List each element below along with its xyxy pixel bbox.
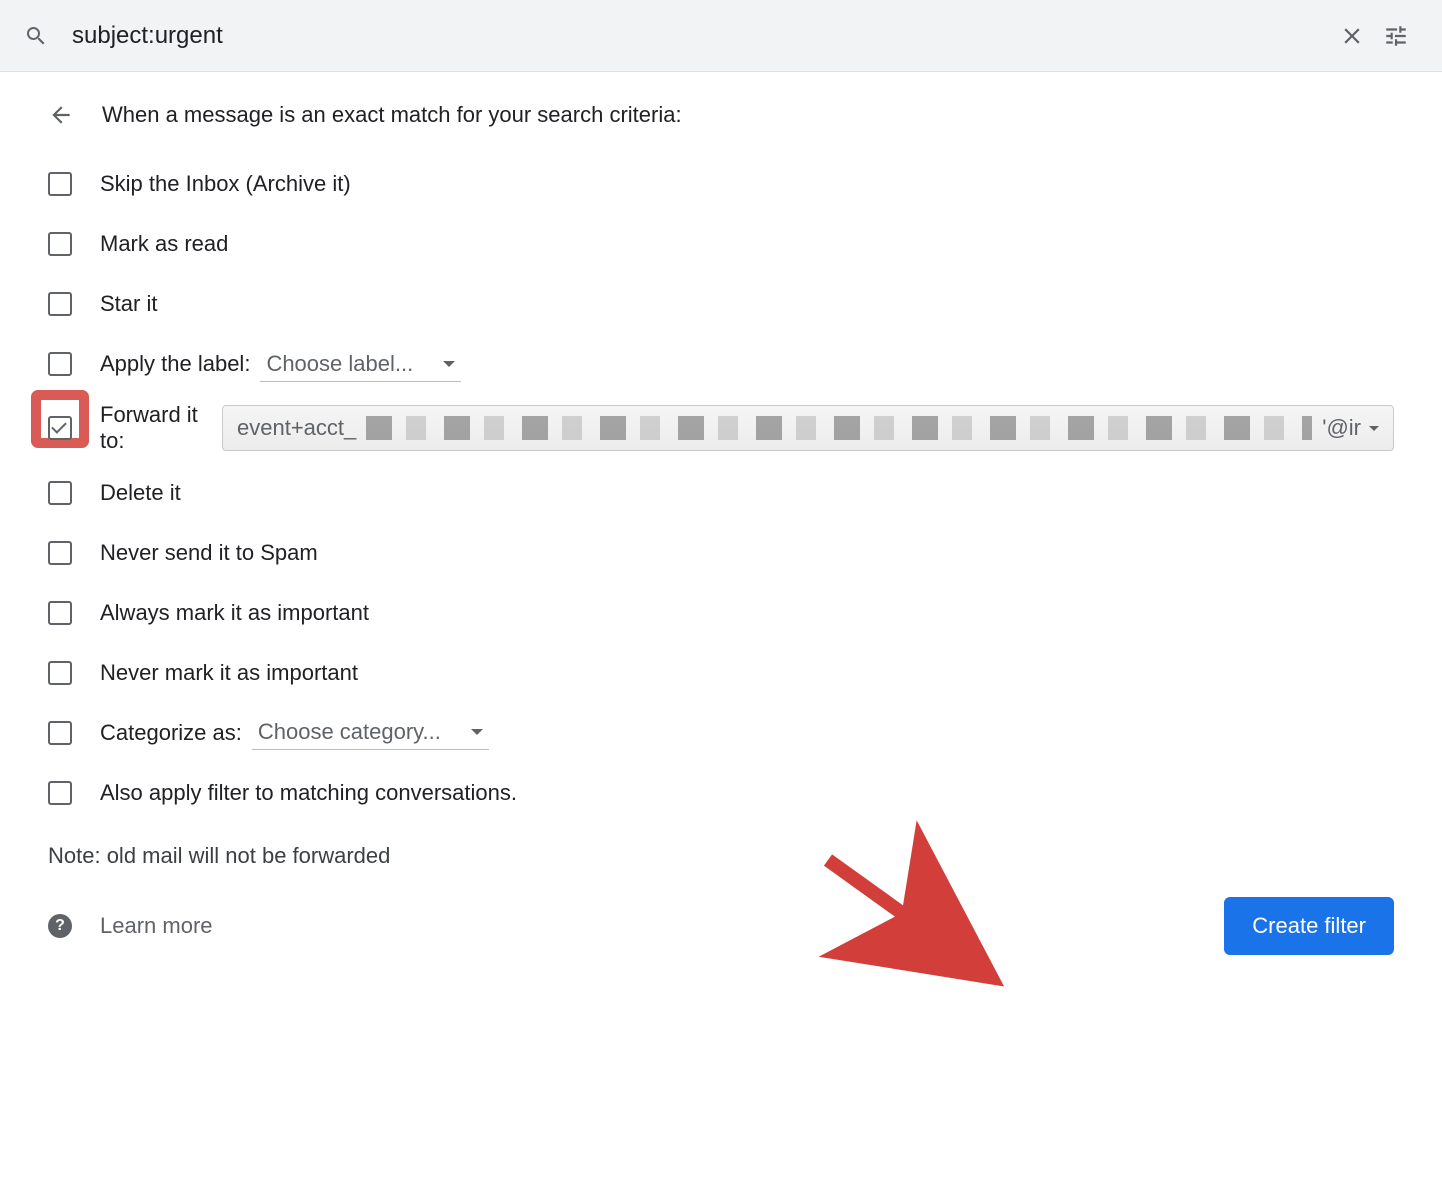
label-mark-read: Mark as read bbox=[100, 231, 228, 257]
option-apply-label: Apply the label: Choose label... bbox=[48, 342, 1394, 386]
option-categorize: Categorize as: Choose category... bbox=[48, 711, 1394, 755]
checkbox-mark-read[interactable] bbox=[48, 232, 72, 256]
search-icon bbox=[24, 24, 48, 48]
dropdown-choose-label[interactable]: Choose label... bbox=[260, 347, 461, 382]
option-also-apply: Also apply filter to matching conversati… bbox=[48, 771, 1394, 815]
label-categorize: Categorize as: bbox=[100, 720, 242, 746]
dropdown-choose-category-text: Choose category... bbox=[258, 719, 441, 745]
label-delete-it: Delete it bbox=[100, 480, 181, 506]
back-arrow-icon[interactable] bbox=[48, 102, 74, 128]
option-skip-inbox: Skip the Inbox (Archive it) bbox=[48, 162, 1394, 206]
checkbox-apply-label[interactable] bbox=[48, 352, 72, 376]
forward-address-prefix: event+acct_ bbox=[237, 415, 356, 441]
help-icon[interactable]: ? bbox=[48, 914, 72, 938]
filter-panel: When a message is an exact match for you… bbox=[0, 72, 1442, 995]
option-forward: Forward it to: event+acct_ '@ir bbox=[48, 402, 1394, 455]
checkbox-never-important[interactable] bbox=[48, 661, 72, 685]
label-forward: Forward it to: bbox=[100, 402, 210, 455]
search-bar bbox=[0, 0, 1442, 72]
dropdown-choose-category[interactable]: Choose category... bbox=[252, 715, 489, 750]
label-apply-label: Apply the label: bbox=[100, 351, 250, 377]
option-star-it: Star it bbox=[48, 282, 1394, 326]
learn-more-link[interactable]: Learn more bbox=[100, 913, 213, 939]
option-never-spam: Never send it to Spam bbox=[48, 531, 1394, 575]
checkbox-also-apply[interactable] bbox=[48, 781, 72, 805]
label-star-it: Star it bbox=[100, 291, 157, 317]
checkbox-categorize[interactable] bbox=[48, 721, 72, 745]
label-never-important: Never mark it as important bbox=[100, 660, 358, 686]
close-icon bbox=[1339, 23, 1365, 49]
label-never-spam: Never send it to Spam bbox=[100, 540, 318, 566]
option-never-important: Never mark it as important bbox=[48, 651, 1394, 695]
clear-search-button[interactable] bbox=[1330, 14, 1374, 58]
label-skip-inbox: Skip the Inbox (Archive it) bbox=[100, 171, 351, 197]
forward-note: Note: old mail will not be forwarded bbox=[48, 843, 1394, 869]
search-options-button[interactable] bbox=[1374, 14, 1418, 58]
caret-down-icon bbox=[471, 729, 483, 735]
caret-down-icon bbox=[1369, 426, 1379, 431]
checkbox-never-spam[interactable] bbox=[48, 541, 72, 565]
dropdown-choose-label-text: Choose label... bbox=[266, 351, 413, 377]
forward-address-suffix: '@ir bbox=[1322, 415, 1379, 441]
panel-footer: ? Learn more Create filter bbox=[48, 897, 1394, 955]
tune-icon bbox=[1383, 23, 1409, 49]
option-mark-read: Mark as read bbox=[48, 222, 1394, 266]
checkbox-always-important[interactable] bbox=[48, 601, 72, 625]
label-always-important: Always mark it as important bbox=[100, 600, 369, 626]
checkbox-delete-it[interactable] bbox=[48, 481, 72, 505]
checkbox-forward[interactable] bbox=[48, 416, 72, 440]
caret-down-icon bbox=[443, 361, 455, 367]
checkbox-star-it[interactable] bbox=[48, 292, 72, 316]
search-input[interactable] bbox=[48, 22, 1330, 50]
label-also-apply: Also apply filter to matching conversati… bbox=[100, 780, 517, 806]
forward-address-select[interactable]: event+acct_ '@ir bbox=[222, 405, 1394, 451]
option-always-important: Always mark it as important bbox=[48, 591, 1394, 635]
panel-header: When a message is an exact match for you… bbox=[48, 102, 1394, 128]
create-filter-button[interactable]: Create filter bbox=[1224, 897, 1394, 955]
panel-title: When a message is an exact match for you… bbox=[102, 102, 682, 128]
redacted-text bbox=[366, 416, 1312, 440]
option-delete-it: Delete it bbox=[48, 471, 1394, 515]
checkbox-skip-inbox[interactable] bbox=[48, 172, 72, 196]
